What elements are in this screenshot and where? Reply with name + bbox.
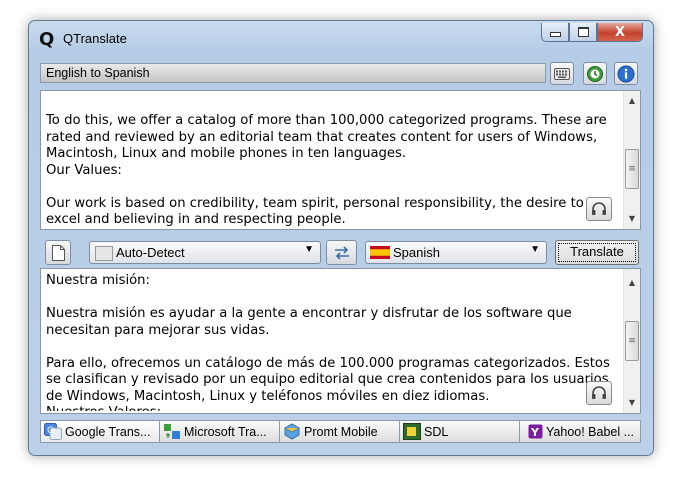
source-language-select[interactable]: Auto-Detect ▼ <box>89 241 321 264</box>
auto-detect-icon <box>95 246 113 261</box>
google-translate-icon: G <box>44 423 62 440</box>
source-scrollbar[interactable]: ▲ ≡ ▼ <box>623 91 640 229</box>
headphones-icon <box>592 202 606 215</box>
source-scroll-thumb[interactable]: ≡ <box>625 149 639 189</box>
tab-microsoft-translator[interactable]: Microsoft Tra... <box>160 420 280 443</box>
tab-label: Yahoo! Babel ... <box>546 424 635 439</box>
keyboard-icon <box>554 67 570 80</box>
svg-text:Y: Y <box>530 426 540 439</box>
info-button[interactable] <box>614 62 638 85</box>
promt-icon <box>284 423 300 440</box>
scroll-up-icon[interactable]: ▲ <box>624 93 640 109</box>
tab-label: Microsoft Tra... <box>184 424 267 439</box>
translate-button[interactable]: Translate <box>555 240 639 265</box>
tab-yahoo-babel-fish[interactable]: Y Yahoo! Babel ... <box>520 420 641 443</box>
tab-label: SDL <box>424 424 449 439</box>
result-scrollbar[interactable]: ▲ ≡ ▼ <box>623 269 640 413</box>
result-text-pane[interactable]: Nuestra misión: Nuestra misión es ayudar… <box>40 268 641 414</box>
qtranslate-window: Q QTranslate X English to Spanish To do … <box>28 20 654 456</box>
speak-source-button[interactable] <box>586 197 612 221</box>
tab-label: Google Trans... <box>65 424 151 439</box>
tab-google-translate[interactable]: G Google Trans... <box>40 420 160 443</box>
tab-sdl[interactable]: SDL <box>400 420 520 443</box>
keyboard-button[interactable] <box>550 62 574 85</box>
source-text[interactable]: To do this, we offer a catalog of more t… <box>46 113 616 229</box>
swap-languages-button[interactable] <box>326 240 357 265</box>
close-button[interactable]: X <box>597 23 643 42</box>
maximize-button[interactable] <box>569 23 597 42</box>
history-button[interactable] <box>583 62 607 85</box>
svg-text:G: G <box>47 426 54 436</box>
yahoo-icon: Y <box>528 424 543 439</box>
history-icon <box>587 65 603 82</box>
swap-icon <box>334 245 349 260</box>
target-language-select[interactable]: Spanish ▼ <box>365 241 547 264</box>
window-title: QTranslate <box>63 31 127 46</box>
chevron-down-icon: ▼ <box>530 244 540 255</box>
speak-result-button[interactable] <box>586 381 612 405</box>
result-scroll-thumb[interactable]: ≡ <box>625 321 639 361</box>
tab-promt-mobile[interactable]: Promt Mobile <box>280 420 400 443</box>
minimize-button[interactable] <box>541 23 569 42</box>
translation-direction: English to Spanish <box>40 63 546 83</box>
chevron-down-icon: ▼ <box>304 244 314 255</box>
source-text-pane[interactable]: To do this, we offer a catalog of more t… <box>40 90 641 230</box>
minimize-icon <box>549 32 561 37</box>
headphones-icon <box>592 386 606 399</box>
microsoft-translator-icon <box>164 424 180 439</box>
title-bar[interactable]: Q QTranslate X <box>29 21 653 55</box>
app-logo: Q <box>39 29 55 50</box>
source-language-label: Auto-Detect <box>116 245 185 260</box>
sdl-icon <box>403 423 421 440</box>
target-language-label: Spanish <box>393 245 440 260</box>
translation-services-bar: G Google Trans... Microsoft Tra... Promt… <box>40 420 641 443</box>
scroll-down-icon[interactable]: ▼ <box>624 211 640 227</box>
close-icon: X <box>614 24 626 40</box>
window-controls: X <box>541 23 643 45</box>
document-icon <box>51 244 65 261</box>
maximize-icon <box>577 27 589 37</box>
spain-flag-icon <box>370 246 390 259</box>
clear-button[interactable] <box>45 240 71 265</box>
tab-label: Promt Mobile <box>304 424 378 439</box>
result-text[interactable]: Nuestra misión: Nuestra misión es ayudar… <box>46 273 616 411</box>
info-icon <box>617 65 635 82</box>
scroll-up-icon[interactable]: ▲ <box>624 275 640 291</box>
scroll-down-icon[interactable]: ▼ <box>624 395 640 411</box>
